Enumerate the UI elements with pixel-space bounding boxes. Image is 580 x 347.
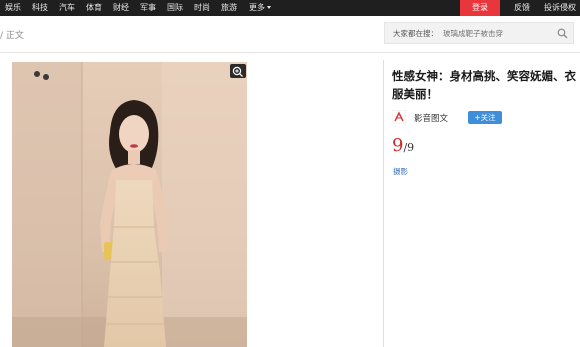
- zoom-button[interactable]: [230, 64, 246, 78]
- total-count: 9: [407, 141, 415, 154]
- chevron-down-icon: [267, 6, 271, 9]
- login-button[interactable]: 登录: [460, 0, 500, 16]
- nav-item-travel[interactable]: 旅游: [221, 0, 237, 16]
- search-prefix-label: 大家都在搜：: [393, 29, 438, 38]
- follow-button[interactable]: +关注: [468, 111, 502, 124]
- complaint-link[interactable]: 投诉侵权: [544, 0, 576, 16]
- nav-item-ent[interactable]: 娱乐: [5, 0, 21, 16]
- nav-more-label: 更多: [249, 3, 265, 12]
- author-name[interactable]: 影音图文: [414, 112, 448, 124]
- current-index: 9: [392, 135, 404, 156]
- nav-item-fashion[interactable]: 时尚: [194, 0, 210, 16]
- nav-item-auto[interactable]: 汽车: [59, 0, 75, 16]
- nav-item-military[interactable]: 军事: [140, 0, 156, 16]
- nav-item-tech[interactable]: 科技: [32, 0, 48, 16]
- zoom-in-icon: [232, 66, 243, 77]
- nav-item-more[interactable]: 更多: [249, 0, 271, 16]
- author-avatar[interactable]: [392, 110, 406, 124]
- feedback-link[interactable]: 反馈: [514, 0, 530, 16]
- article-title: 性感女神：身材高挑、笑容妩媚、衣服美丽！: [392, 69, 576, 101]
- search-input[interactable]: [443, 26, 553, 40]
- breadcrumb[interactable]: / 正文: [0, 28, 24, 41]
- search-icon[interactable]: [557, 28, 568, 39]
- category-link[interactable]: 摄影: [393, 166, 408, 177]
- top-nav: 娱乐 科技 汽车 体育 财经 军事 国际 时尚 旅游 更多 登录 反馈 投诉侵权: [0, 0, 580, 16]
- nav-item-sports[interactable]: 体育: [86, 0, 102, 16]
- image-counter: 9/9: [392, 135, 414, 156]
- sub-header: / 正文 大家都在搜：: [0, 16, 580, 53]
- photo-panel: [0, 60, 384, 347]
- gallery-photo[interactable]: [12, 62, 247, 347]
- nav-item-finance[interactable]: 财经: [113, 0, 129, 16]
- search-box: 大家都在搜：: [384, 22, 574, 44]
- nav-item-world[interactable]: 国际: [167, 0, 183, 16]
